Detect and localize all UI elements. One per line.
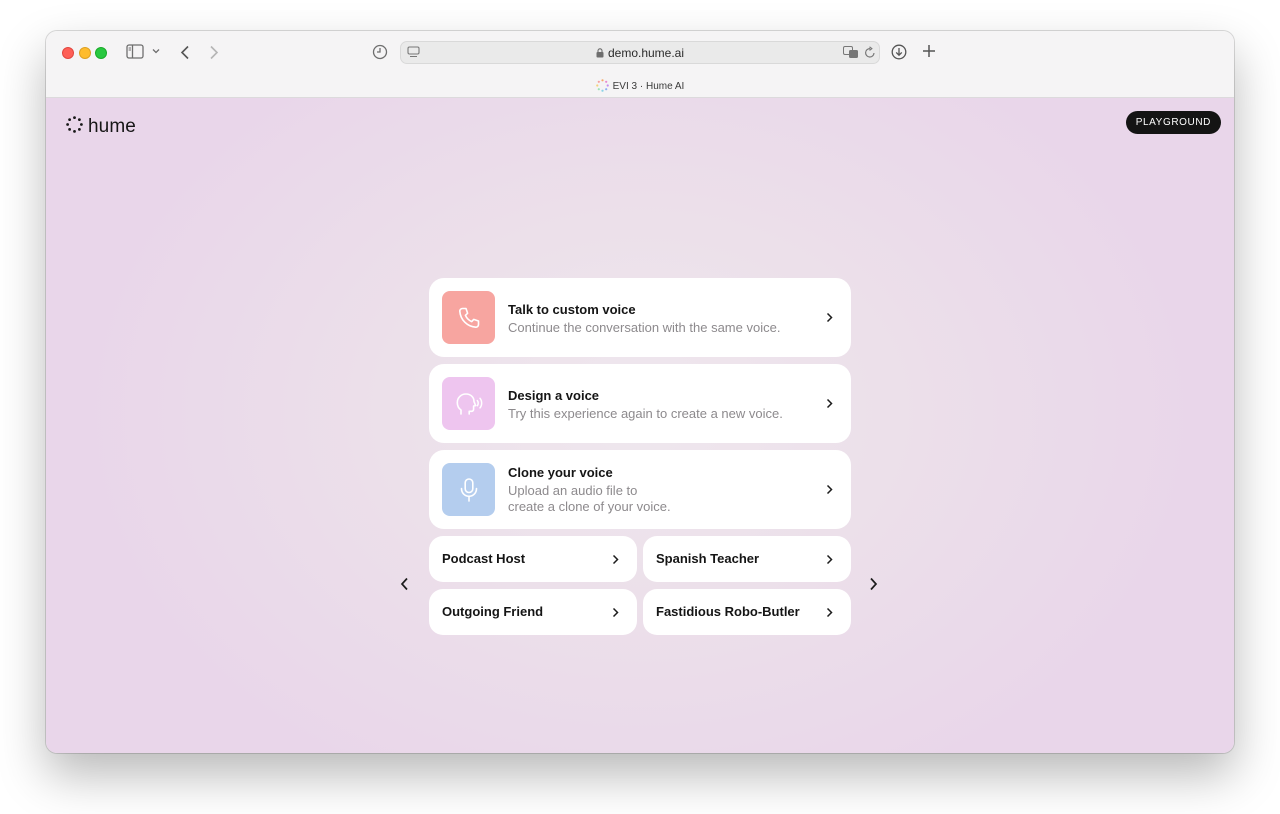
clone-your-voice-card[interactable]: Clone your voice Upload an audio file to… xyxy=(429,450,851,529)
url-text: demo.hume.ai xyxy=(607,46,685,60)
microphone-icon xyxy=(442,463,495,516)
card-subtitle: Continue the conversation with the same … xyxy=(508,320,781,335)
downloads-icon[interactable] xyxy=(891,44,907,60)
close-window-button[interactable] xyxy=(62,47,74,59)
carousel-prev-button[interactable] xyxy=(400,577,409,591)
chevron-left-icon xyxy=(400,577,408,591)
chevron-right-icon xyxy=(826,398,833,409)
new-tab-icon[interactable] xyxy=(922,44,936,58)
history-clock-icon[interactable] xyxy=(372,44,388,60)
preset-label: Spanish Teacher xyxy=(656,551,760,566)
card-title: Talk to custom voice xyxy=(508,302,636,317)
page-content: hume PLAYGROUND Talk to custom voice Con… xyxy=(46,98,1234,753)
sidebar-toggle-icon[interactable] xyxy=(126,44,144,59)
hume-logo-icon xyxy=(66,116,83,138)
chevron-right-icon xyxy=(612,554,619,565)
playground-button[interactable]: PLAYGROUND xyxy=(1125,111,1221,134)
chevron-down-icon[interactable] xyxy=(152,48,160,54)
card-subtitle: Upload an audio file to create a clone of… xyxy=(508,483,671,514)
url-display: demo.hume.ai xyxy=(401,46,879,61)
phone-icon xyxy=(442,291,495,344)
preset-fastidious-robo-butler[interactable]: Fastidious Robo-Butler xyxy=(643,589,851,635)
address-bar[interactable]: demo.hume.ai xyxy=(400,41,880,64)
chevron-right-icon xyxy=(826,607,833,618)
design-a-voice-card[interactable]: Design a voice Try this experience again… xyxy=(429,364,851,443)
back-icon[interactable] xyxy=(180,45,190,60)
forward-icon[interactable] xyxy=(209,45,219,60)
preset-label: Fastidious Robo-Butler xyxy=(656,604,800,619)
talk-to-custom-voice-card[interactable]: Talk to custom voice Continue the conver… xyxy=(429,278,851,357)
preset-outgoing-friend[interactable]: Outgoing Friend xyxy=(429,589,637,635)
card-title: Clone your voice xyxy=(508,465,613,480)
tab-title-text: EVI 3 · Hume AI xyxy=(612,81,685,92)
speaking-head-icon xyxy=(442,377,495,430)
browser-window: demo.hume.ai EVI 3 · Hume AI hume PLAYGR… xyxy=(46,31,1234,753)
translate-icon[interactable] xyxy=(843,46,859,59)
card-title: Design a voice xyxy=(508,388,600,403)
chevron-right-icon xyxy=(612,607,619,618)
chevron-right-icon xyxy=(870,577,878,591)
zoom-window-button[interactable] xyxy=(95,47,107,59)
card-subtitle: Try this experience again to create a ne… xyxy=(508,406,783,421)
chevron-right-icon xyxy=(826,554,833,565)
chevron-right-icon xyxy=(826,312,833,323)
hume-logo[interactable]: hume xyxy=(66,116,136,138)
preset-podcast-host[interactable]: Podcast Host xyxy=(429,536,637,582)
hume-favicon-icon xyxy=(595,79,609,95)
preset-label: Podcast Host xyxy=(442,551,526,566)
active-tab[interactable]: EVI 3 · Hume AI xyxy=(46,79,1234,95)
logo-wordmark: hume xyxy=(88,116,136,137)
lock-icon xyxy=(596,47,604,61)
preset-label: Outgoing Friend xyxy=(442,604,544,619)
preset-spanish-teacher[interactable]: Spanish Teacher xyxy=(643,536,851,582)
carousel-next-button[interactable] xyxy=(869,577,878,591)
minimize-window-button[interactable] xyxy=(79,47,91,59)
browser-toolbar: demo.hume.ai EVI 3 · Hume AI xyxy=(46,31,1234,98)
chevron-right-icon xyxy=(826,484,833,495)
reload-icon[interactable] xyxy=(864,46,876,59)
